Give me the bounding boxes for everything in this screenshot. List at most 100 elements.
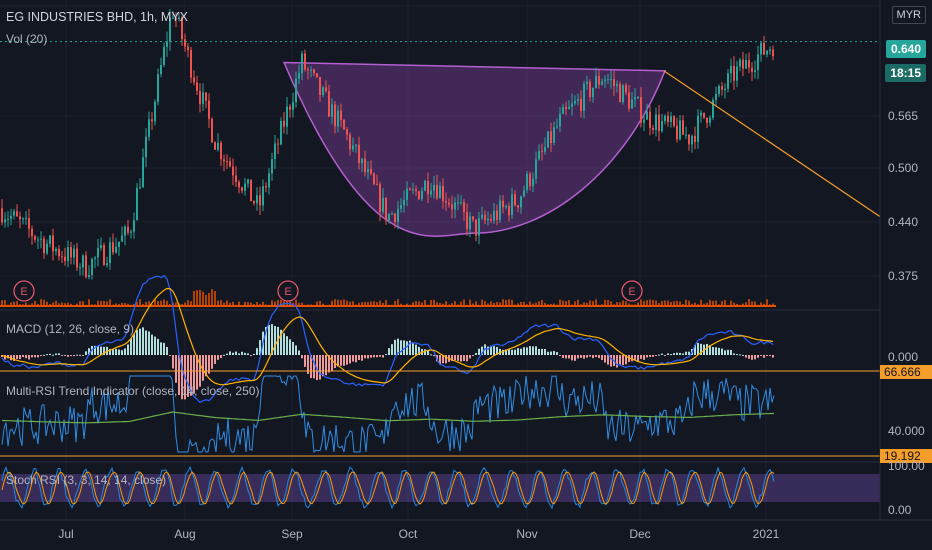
macd-histogram xyxy=(346,355,348,365)
candle-body xyxy=(58,248,60,257)
candle-body xyxy=(352,145,354,150)
candle-body xyxy=(496,210,498,220)
candle-body xyxy=(544,147,546,152)
candle-body xyxy=(157,74,159,102)
candle-body xyxy=(91,258,93,276)
candle-body xyxy=(445,201,447,203)
candle-body xyxy=(670,116,672,123)
macd-histogram xyxy=(511,349,513,355)
macd-histogram xyxy=(541,348,543,355)
macd-histogram xyxy=(682,353,684,355)
volume-bar xyxy=(211,289,213,307)
candle-body xyxy=(280,120,282,145)
candle-body xyxy=(187,46,189,51)
macd-histogram xyxy=(580,355,582,358)
candle-body xyxy=(106,263,108,266)
macd-histogram xyxy=(19,355,21,360)
macd-histogram xyxy=(385,354,387,356)
macd-histogram xyxy=(706,343,708,355)
candle-body xyxy=(223,159,225,162)
candle-body xyxy=(607,79,609,81)
macd-histogram xyxy=(412,342,414,355)
macd-histogram xyxy=(37,355,39,358)
candle-body xyxy=(232,166,234,176)
candle-body xyxy=(472,216,474,220)
candle-body xyxy=(142,157,144,188)
macd-histogram xyxy=(637,355,639,362)
macd-histogram xyxy=(247,353,249,355)
macd-histogram xyxy=(598,355,600,359)
macd-histogram xyxy=(40,355,42,356)
candle-body xyxy=(256,195,258,204)
candle-body xyxy=(322,87,324,96)
candle-body xyxy=(247,179,249,184)
currency-badge[interactable]: MYR xyxy=(891,6,926,24)
macd-histogram xyxy=(376,355,378,358)
candle-body xyxy=(217,142,219,150)
candle-body xyxy=(592,87,594,97)
candle-body xyxy=(550,131,552,143)
macd-histogram xyxy=(52,354,54,356)
macd-histogram xyxy=(22,355,24,358)
candle-body xyxy=(10,215,12,219)
candle-body xyxy=(637,96,639,98)
macd-histogram xyxy=(460,355,462,362)
candle-body xyxy=(1,208,3,223)
macd-histogram xyxy=(667,353,669,355)
candle-body xyxy=(712,99,714,118)
candle-body xyxy=(634,97,636,100)
candle-body xyxy=(37,239,39,241)
macd-histogram xyxy=(649,355,651,357)
candle-body xyxy=(760,42,762,55)
macd-histogram xyxy=(253,353,255,355)
macd-histogram xyxy=(355,355,357,363)
candle-body xyxy=(448,202,450,205)
macd-histogram xyxy=(124,348,126,355)
candle-body xyxy=(763,42,765,55)
candle-body xyxy=(409,188,411,190)
macd-histogram xyxy=(214,355,216,364)
macd-histogram xyxy=(211,355,213,369)
macd-histogram xyxy=(274,326,276,355)
candle-body xyxy=(556,126,558,128)
macd-histogram xyxy=(670,354,672,356)
candle-body xyxy=(403,199,405,206)
candle-body xyxy=(505,205,507,208)
macd-histogram xyxy=(760,355,762,356)
candle-body xyxy=(250,179,252,202)
candle-body xyxy=(313,69,315,74)
macd-histogram xyxy=(553,351,555,355)
candle-body xyxy=(295,78,297,103)
macd-histogram xyxy=(358,355,360,360)
macd-histogram xyxy=(478,348,480,355)
candle-body xyxy=(697,115,699,142)
macd-histogram xyxy=(658,354,660,356)
macd-histogram xyxy=(142,327,144,355)
macd-histogram xyxy=(754,355,756,360)
candle-body xyxy=(121,235,123,242)
candle-body xyxy=(553,127,555,143)
macd-histogram xyxy=(298,350,300,355)
macd-histogram xyxy=(136,329,138,355)
time-label: 2021 xyxy=(753,527,780,541)
candle-body xyxy=(610,79,612,81)
macd-histogram xyxy=(118,349,120,355)
candle-body xyxy=(82,255,84,268)
macd-histogram xyxy=(712,347,714,355)
candle-body xyxy=(61,256,63,258)
macd-histogram xyxy=(112,349,114,355)
candle-body xyxy=(523,190,525,197)
candle-body xyxy=(772,49,774,57)
macd-histogram xyxy=(268,324,270,355)
macd-histogram xyxy=(469,355,471,359)
price-chart[interactable]: E E E 0.565 0.500 0.440 0.375 0.00066.666 40.00… xyxy=(0,0,932,550)
candle-body xyxy=(571,103,573,107)
macd-histogram xyxy=(388,348,390,355)
macd-histogram xyxy=(46,354,48,356)
macd-histogram xyxy=(742,354,744,356)
rsi-upper-tick: 66.666 xyxy=(884,365,921,379)
candle-body xyxy=(325,87,327,92)
stoch-tick: 0.00 xyxy=(888,503,912,517)
candle-body xyxy=(391,213,393,215)
macd-histogram xyxy=(175,355,177,383)
